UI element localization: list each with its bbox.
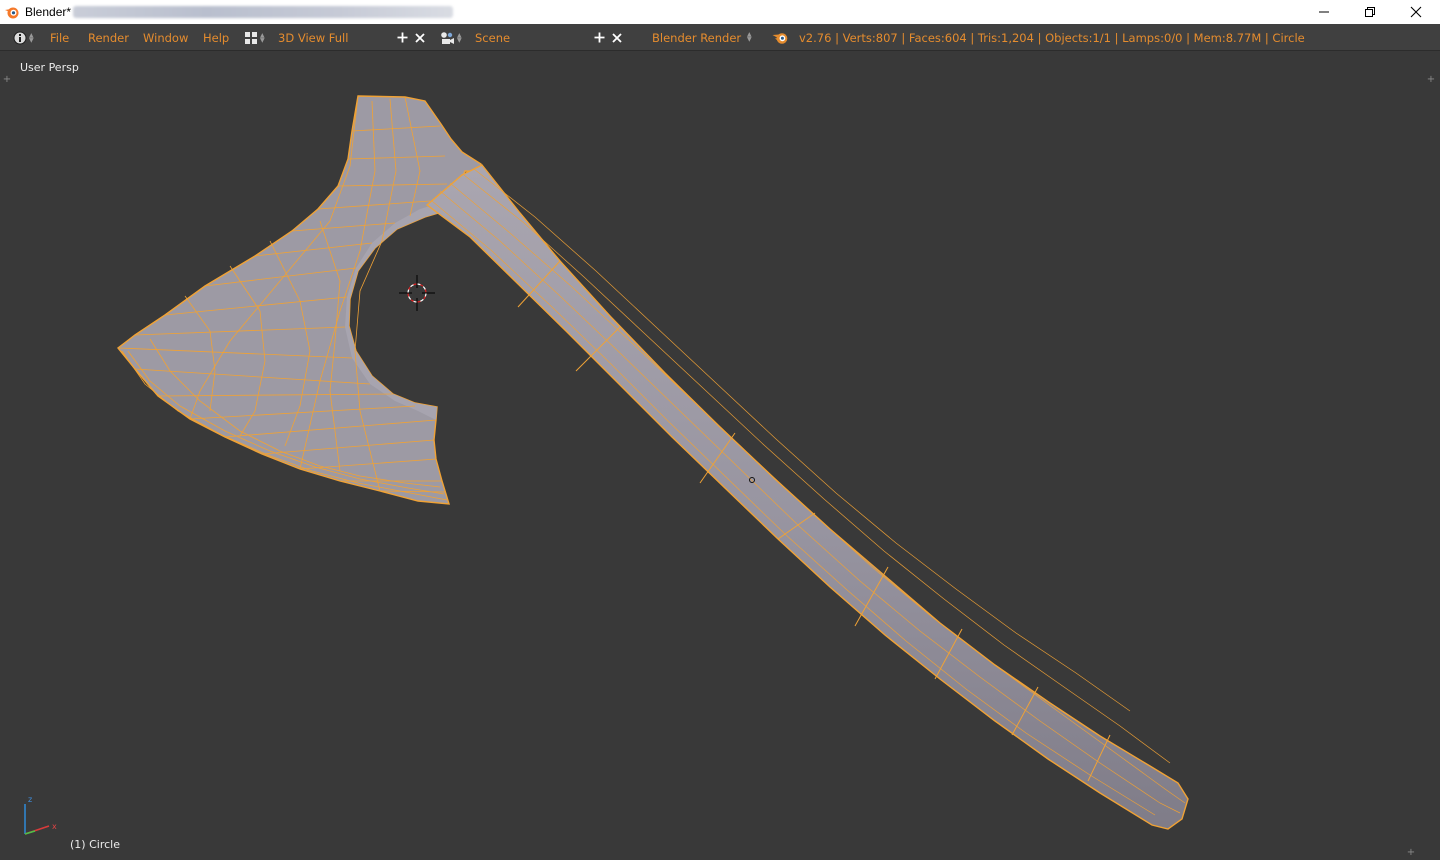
3d-cursor-icon bbox=[399, 275, 435, 311]
scene-selector[interactable]: ▲ ▼ bbox=[440, 29, 463, 46]
editor-type-selector[interactable]: ▲ ▼ bbox=[13, 29, 35, 46]
axis-orientation-widget: z x bbox=[24, 795, 57, 835]
blender-window: Blender* ▲ ▼ File Render Window Help ▲ ▼… bbox=[0, 0, 1440, 860]
3d-viewport[interactable]: User Persp + + + z x (1) Circle bbox=[0, 51, 1440, 860]
restore-icon bbox=[1365, 7, 1375, 17]
editor-type-arrows: ▲ ▼ bbox=[29, 31, 34, 44]
plus-icon bbox=[594, 32, 604, 43]
active-object-label: (1) Circle bbox=[70, 838, 120, 851]
window-title: Blender* bbox=[25, 5, 72, 19]
scene-statistics: v2.76 | Verts:807 | Faces:604 | Tris:1,2… bbox=[799, 31, 1305, 45]
layout-arrows: ▲ ▼ bbox=[260, 31, 265, 44]
screen-layout-selector[interactable]: ▲ ▼ bbox=[244, 29, 266, 46]
axe-handle[interactable] bbox=[425, 164, 1189, 830]
scene-icon bbox=[441, 31, 454, 44]
render-engine-arrows: ▲ ▼ bbox=[747, 31, 752, 43]
info-header: ▲ ▼ File Render Window Help ▲ ▼ 3D View Fu… bbox=[0, 24, 1440, 51]
close-button[interactable] bbox=[1393, 0, 1439, 24]
render-engine-dropdown[interactable]: Blender Render bbox=[652, 31, 741, 45]
screen-layout-name[interactable]: 3D View Full bbox=[278, 31, 348, 45]
restore-button[interactable] bbox=[1347, 0, 1393, 24]
minimize-icon bbox=[1319, 11, 1329, 13]
remove-layout-button[interactable] bbox=[412, 29, 428, 46]
axis-z-label: z bbox=[28, 795, 32, 804]
blender-logo-icon bbox=[772, 33, 788, 44]
add-scene-button[interactable] bbox=[591, 29, 607, 46]
add-layout-button[interactable] bbox=[394, 29, 410, 46]
plus-icon bbox=[397, 32, 407, 43]
menu-render[interactable]: Render bbox=[88, 31, 129, 45]
remove-scene-button[interactable] bbox=[609, 29, 625, 46]
scene-name[interactable]: Scene bbox=[475, 31, 510, 45]
x-icon bbox=[612, 32, 622, 43]
minimize-button[interactable] bbox=[1301, 0, 1347, 24]
menu-file[interactable]: File bbox=[50, 31, 69, 45]
x-icon bbox=[415, 32, 425, 43]
menu-window[interactable]: Window bbox=[143, 31, 188, 45]
file-path-blurred bbox=[73, 6, 454, 18]
axis-x-label: x bbox=[52, 822, 57, 831]
close-icon bbox=[1410, 6, 1422, 18]
axe-blade[interactable] bbox=[117, 95, 483, 505]
blender-app-icon bbox=[5, 7, 19, 19]
window-titlebar: Blender* bbox=[0, 0, 1440, 24]
scene-arrows: ▲ ▼ bbox=[457, 31, 462, 44]
axe-mesh[interactable]: z x bbox=[0, 51, 1440, 860]
info-icon bbox=[13, 31, 27, 44]
menu-help[interactable]: Help bbox=[203, 31, 229, 45]
screen-layout-icon bbox=[245, 31, 257, 44]
